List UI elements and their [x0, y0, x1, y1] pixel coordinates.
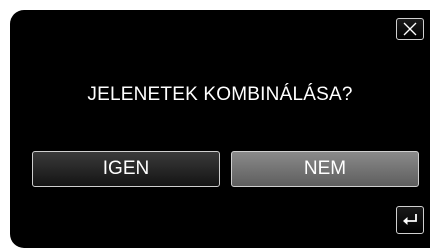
- no-button[interactable]: NEM: [231, 151, 419, 187]
- close-button[interactable]: [396, 18, 424, 40]
- back-arrow-icon: [397, 211, 423, 229]
- dialog-question: JELENETEK KOMBINÁLÁSA?: [87, 84, 353, 105]
- close-icon: [397, 22, 423, 36]
- yes-button[interactable]: IGEN: [32, 151, 220, 187]
- dialog-screen: JELENETEK KOMBINÁLÁSA? IGEN NEM: [10, 10, 430, 248]
- no-button-label: NEM: [303, 158, 347, 179]
- yes-button-label: IGEN: [102, 158, 150, 179]
- back-button[interactable]: [396, 206, 424, 234]
